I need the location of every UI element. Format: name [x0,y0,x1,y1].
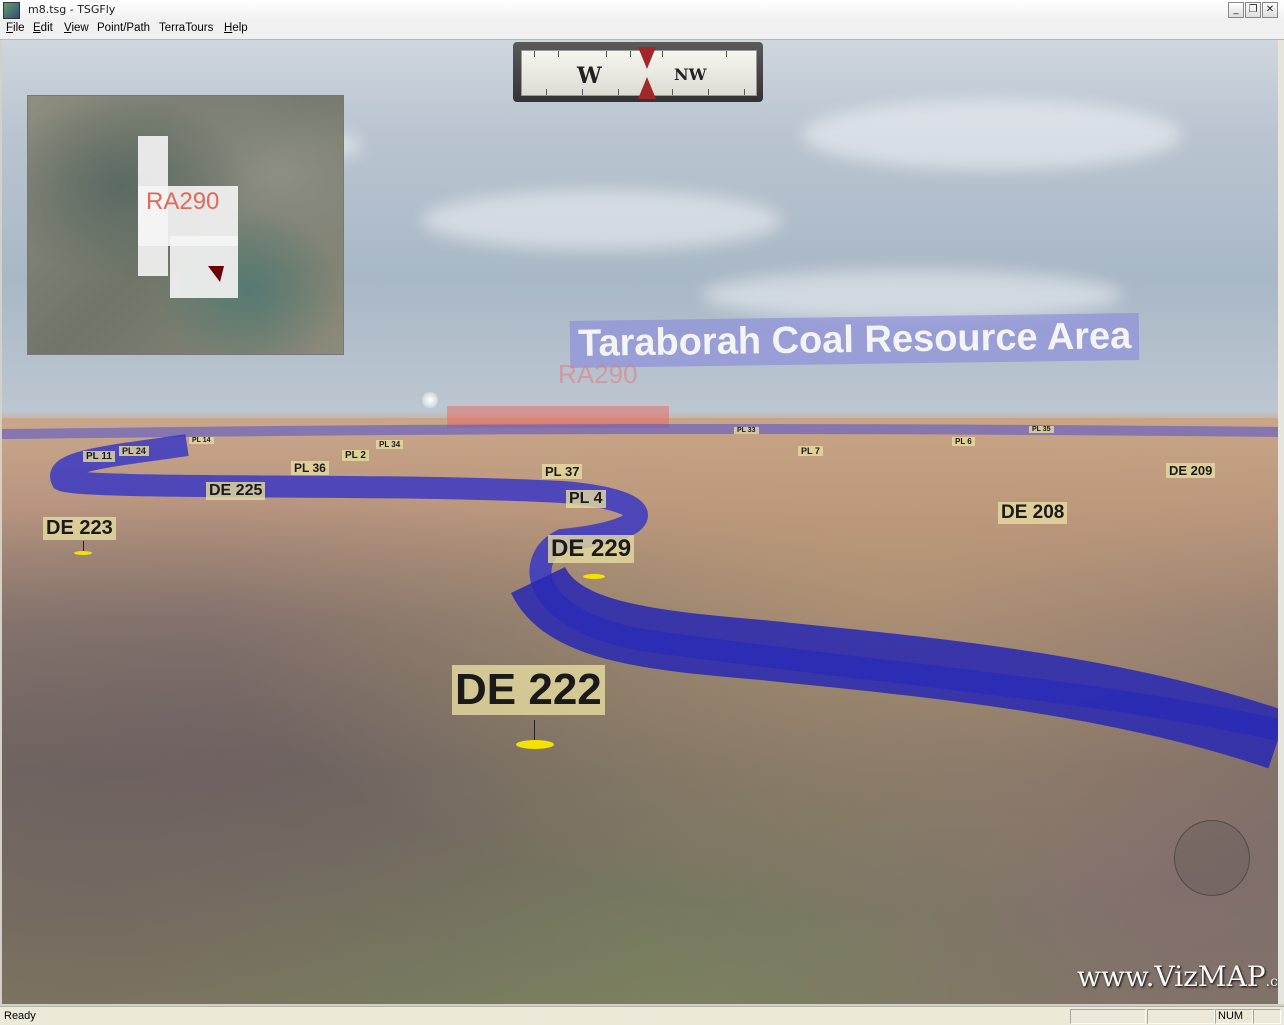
window-edge [1278,40,1284,1004]
compass-pointer-icon [638,47,656,69]
vizmap-logo: www.VizMAP.com.au [1077,960,1278,993]
num-lock-indicator: NUM [1218,1010,1244,1022]
compass-tick [672,89,673,95]
waypoint-label[interactable]: DE 225 [206,482,266,500]
compass-dial: W NW [521,47,757,99]
overview-map[interactable]: RA290 [27,95,344,355]
compass-tick [744,89,745,95]
compass-tick [606,51,607,57]
flight-path-ribbon [510,565,1278,769]
waypoint-label[interactable]: PL 11 [83,451,115,462]
waypoint-label[interactable]: PL 37 [542,464,583,479]
waypoint-marker [583,574,605,579]
menu-bar: File Edit View Point/Path TerraTours Hel… [0,20,1284,40]
restore-button[interactable]: ❐ [1245,2,1261,18]
app-icon[interactable] [3,2,20,19]
waypoint-label[interactable]: DE 223 [43,517,116,540]
close-button[interactable]: ✕ [1262,2,1278,18]
waypoint-label[interactable]: PL 36 [291,461,329,475]
map-region-label: RA290 [146,188,220,215]
compass-tick [558,51,559,57]
waypoint-label[interactable]: DE 229 [548,535,635,563]
minimize-button[interactable]: _ [1228,2,1244,18]
menu-file[interactable]: File [6,22,25,34]
compass-heading-right: NW [674,65,707,84]
compass-tick [630,51,631,57]
waypoint-label[interactable]: PL 14 [189,437,214,444]
compass-tick [582,89,583,95]
flight-path-far [2,423,1278,439]
status-pane [1253,1009,1281,1024]
menu-view[interactable]: View [64,22,89,34]
waypoint-label[interactable]: DE 222 [452,665,605,715]
waypoint-label[interactable]: PL 2 [342,450,369,461]
navigation-joystick[interactable] [1174,820,1250,896]
status-pane [1147,1009,1215,1024]
compass-tick [618,89,619,95]
compass-tick [534,51,535,57]
menu-help[interactable]: Help [224,22,248,34]
flight-viewport[interactable]: RA290 W NW Taraborah Coal Resource Area … [2,40,1278,1004]
waypoint-marker [74,551,92,555]
compass-tick [662,51,663,57]
waypoint-label[interactable]: DE 208 [998,502,1068,524]
compass-heading-left: W [577,63,602,89]
menu-point-path[interactable]: Point/Path [97,22,150,34]
waypoint-stem [534,720,535,742]
status-pane [1070,1009,1146,1024]
compass-tick [726,51,727,57]
map-region-shape [170,236,238,298]
compass: W NW [513,42,763,102]
menu-terratours[interactable]: TerraTours [159,22,213,34]
waypoint-label[interactable]: PL 24 [119,446,149,456]
waypoint-label[interactable]: PL 7 [798,446,823,456]
compass-tick [708,89,709,95]
waypoint-label[interactable]: PL 35 [1029,426,1054,433]
region-ghost-label: RA290 [558,359,638,389]
title-bar: m8.tsg - TSGFly _ ❐ ✕ [0,0,1284,21]
menu-edit[interactable]: Edit [33,22,53,34]
waypoint-label[interactable]: PL 4 [566,490,606,508]
area-title-label: Taraborah Coal Resource Area [569,313,1140,368]
waypoint-label[interactable]: PL 34 [376,440,404,449]
waypoint-stem [83,541,84,551]
status-text: Ready [4,1010,36,1022]
compass-tick [546,89,547,95]
camera-position-icon [208,266,224,282]
waypoint-label[interactable]: DE 209 [1166,463,1216,478]
waypoint-marker [516,740,554,749]
compass-pointer-icon [638,77,656,99]
waypoint-label[interactable]: PL 6 [952,437,975,446]
status-bar: Ready NUM [0,1006,1284,1025]
waypoint-label[interactable]: PL 33 [734,427,759,434]
window-title: m8.tsg - TSGFly [28,3,116,16]
